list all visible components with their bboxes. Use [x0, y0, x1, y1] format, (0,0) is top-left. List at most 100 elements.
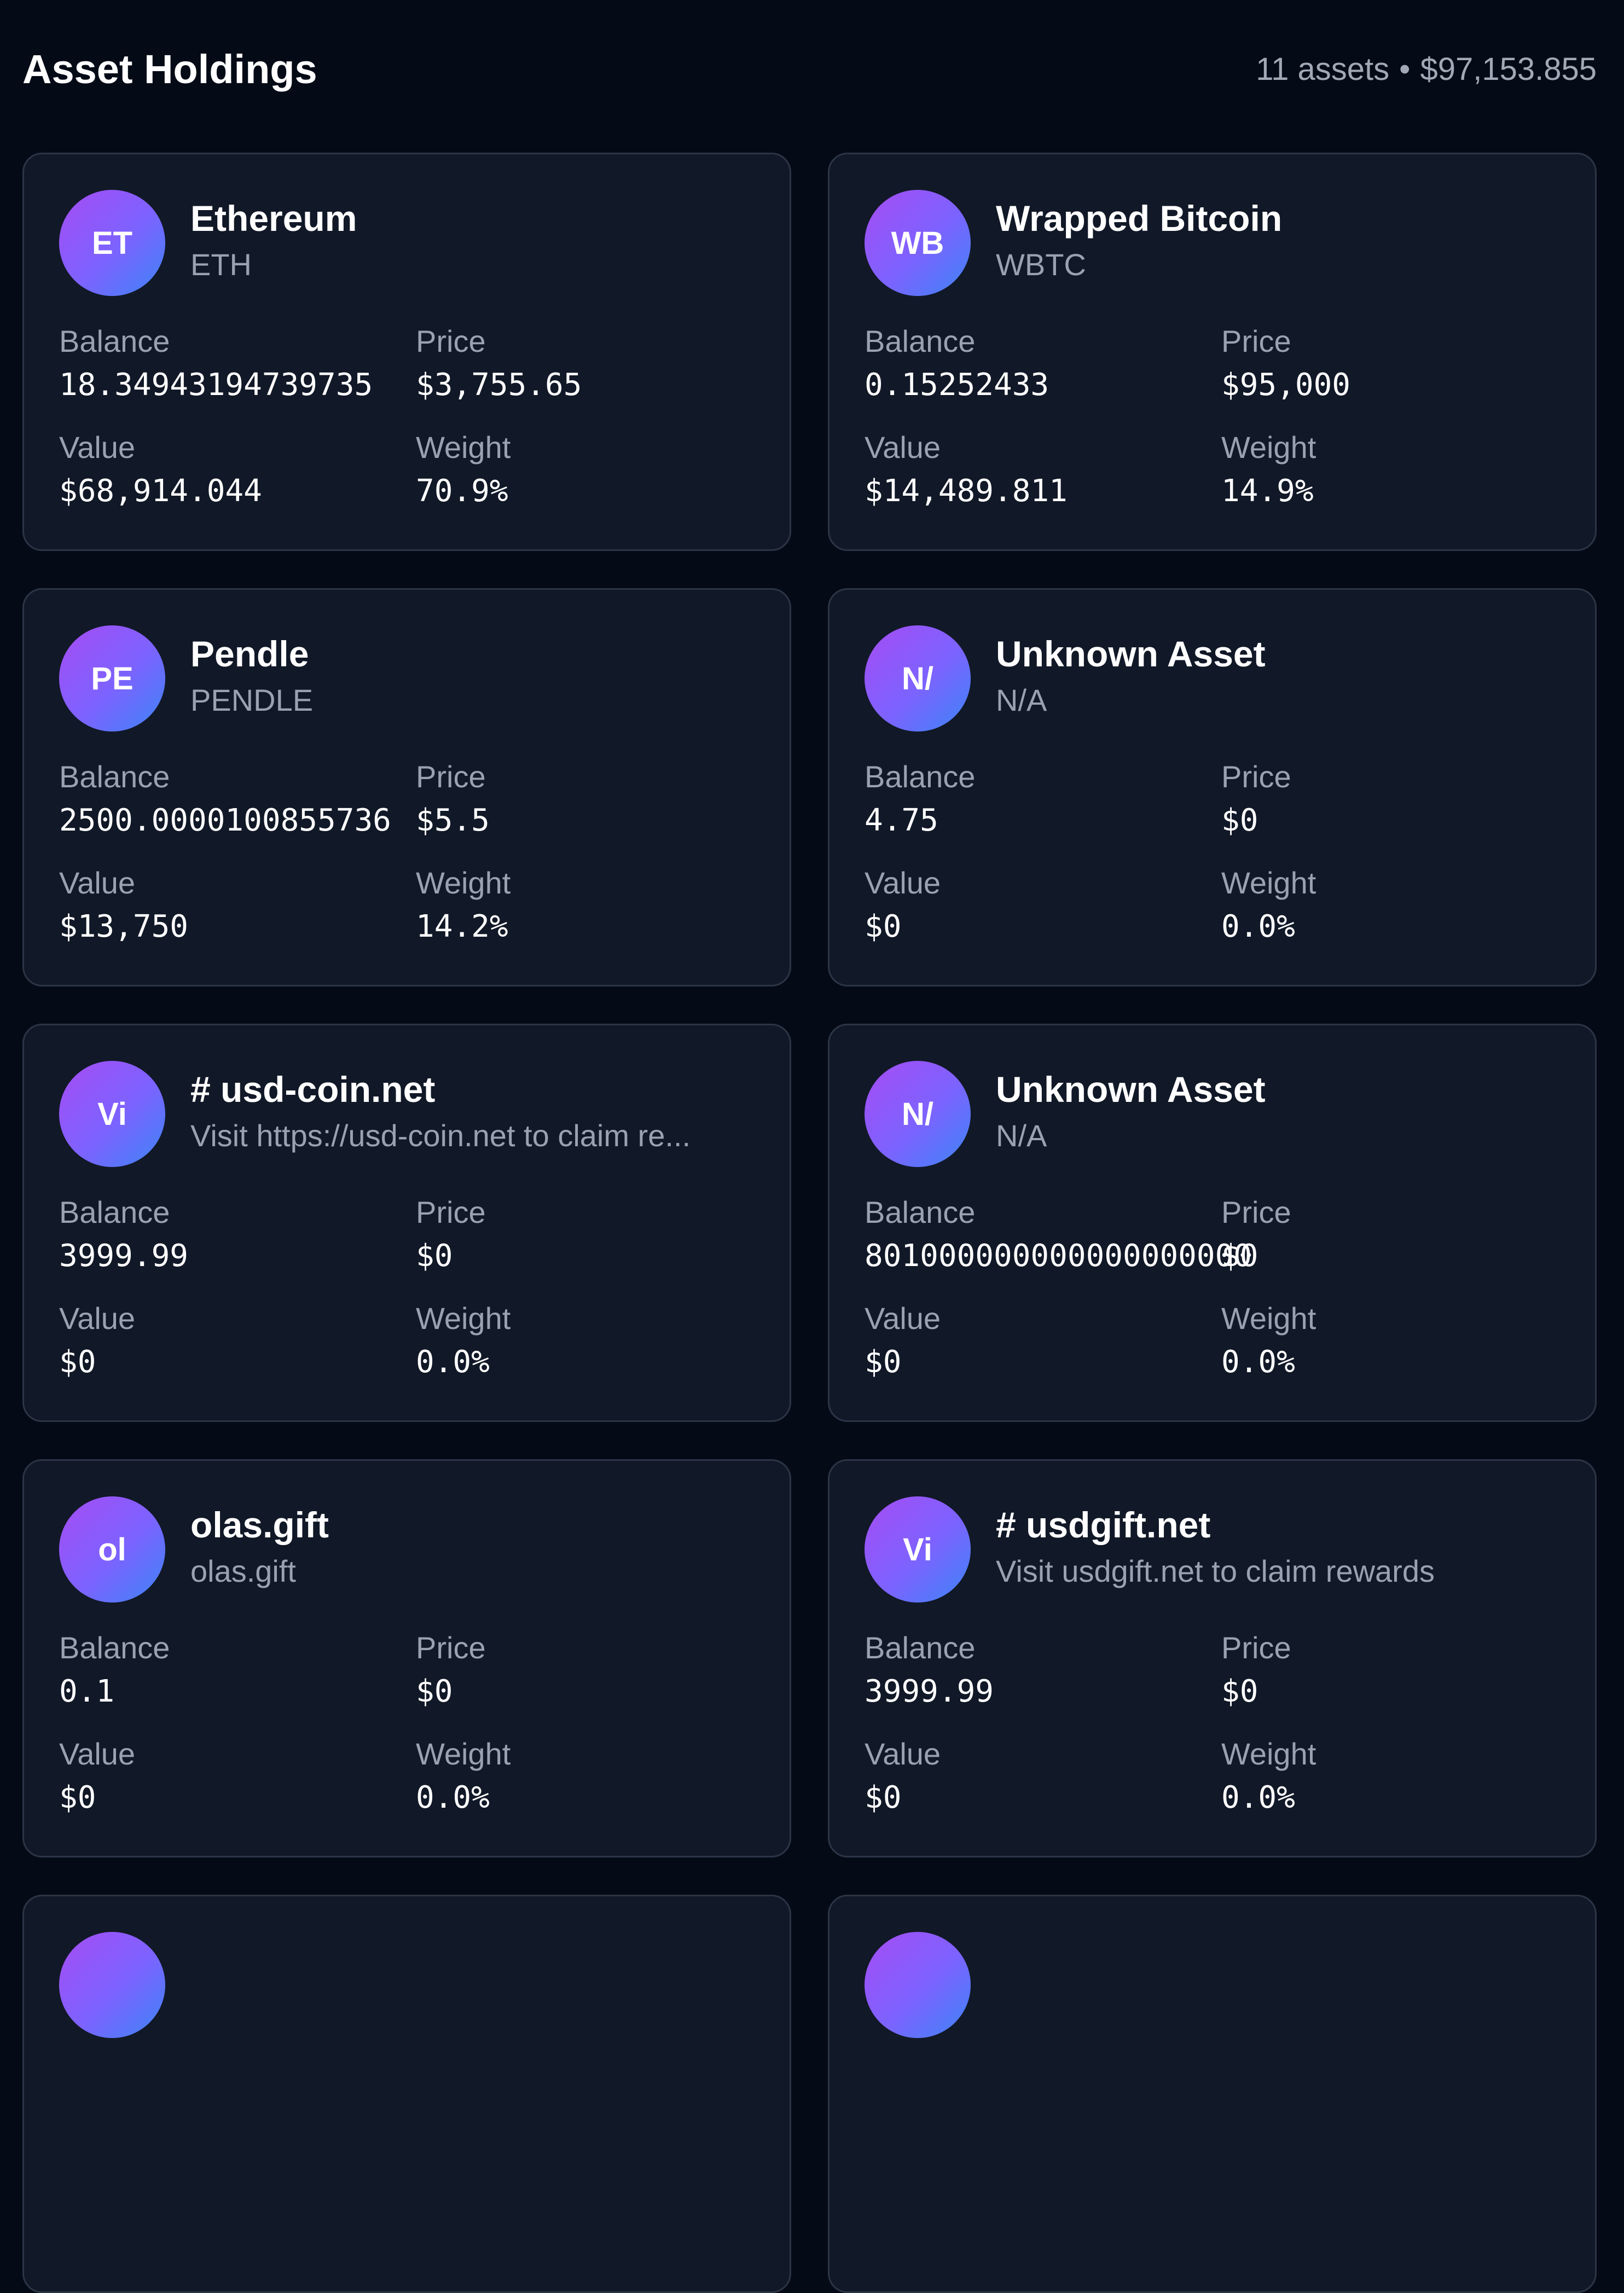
price-label: Price [1221, 1195, 1291, 1229]
balance-label: Balance [865, 324, 976, 358]
weight-value: 70.9% [416, 473, 508, 509]
weight-value: 0.0% [1221, 1344, 1295, 1380]
asset-card[interactable]: Vi # usdgift.net Visit usdgift.net to cl… [828, 1459, 1597, 1857]
asset-card[interactable]: ol olas.gift olas.gift Balance 0.1 Price… [22, 1459, 791, 1857]
value-label: Value [865, 430, 941, 465]
balance-label: Balance [59, 1630, 170, 1665]
asset-symbol: PENDLE [190, 683, 314, 717]
price-label: Price [416, 1195, 486, 1229]
asset-symbol: N/A [996, 683, 1047, 717]
price-value: $95,000 [1221, 367, 1351, 403]
asset-name: Ethereum [190, 198, 357, 239]
value-amount: $0 [59, 1344, 96, 1380]
balance-label: Balance [865, 759, 976, 794]
asset-card[interactable]: ET Ethereum ETH Balance 18.3494319473973… [22, 153, 791, 551]
price-value: $0 [416, 1674, 453, 1709]
asset-symbol: Visit https://usd-coin.net to claim re..… [190, 1118, 691, 1153]
weight-label: Weight [1221, 1737, 1316, 1771]
asset-count: 11 assets [1256, 51, 1390, 87]
asset-avatar: Vi [59, 1061, 165, 1167]
balance-label: Balance [865, 1630, 976, 1665]
price-label: Price [416, 759, 486, 794]
value-label: Value [59, 866, 136, 900]
value-amount: $0 [865, 1780, 902, 1815]
asset-avatar: Vi [865, 1496, 971, 1603]
asset-avatar: N/ [865, 1061, 971, 1167]
asset-name: Unknown Asset [996, 634, 1266, 674]
price-label: Price [1221, 324, 1291, 358]
balance-value: 0.1 [59, 1674, 115, 1709]
value-label: Value [59, 1301, 136, 1336]
weight-label: Weight [416, 1737, 511, 1771]
asset-name: # usd-coin.net [190, 1069, 436, 1110]
asset-card[interactable]: PE Pendle PENDLE Balance 2500.0000100855… [22, 588, 791, 986]
balance-value: 3999.99 [865, 1674, 994, 1709]
weight-value: 0.0% [416, 1344, 490, 1380]
asset-card[interactable] [22, 1895, 791, 2293]
asset-symbol: ETH [190, 247, 252, 282]
value-amount: $68,914.044 [59, 473, 262, 509]
asset-avatar: ET [59, 190, 165, 296]
asset-name: Unknown Asset [996, 1069, 1266, 1110]
asset-card[interactable]: WB Wrapped Bitcoin WBTC Balance 0.152524… [828, 153, 1597, 551]
asset-avatar [865, 1932, 971, 2038]
weight-value: 14.2% [416, 909, 508, 944]
value-label: Value [865, 866, 941, 900]
page-title: Asset Holdings [22, 46, 317, 92]
total-value: $97,153.855 [1420, 51, 1597, 87]
asset-symbol: Visit usdgift.net to claim rewards [996, 1554, 1435, 1588]
price-value: $0 [1221, 1674, 1258, 1709]
weight-label: Weight [416, 1301, 511, 1336]
balance-label: Balance [59, 759, 170, 794]
weight-label: Weight [1221, 866, 1316, 900]
value-amount: $0 [59, 1780, 96, 1815]
asset-name: # usdgift.net [996, 1505, 1211, 1545]
weight-label: Weight [1221, 430, 1316, 465]
balance-label: Balance [865, 1195, 976, 1229]
balance-label: Balance [59, 324, 170, 358]
value-amount: $13,750 [59, 909, 189, 944]
price-label: Price [1221, 1630, 1291, 1665]
price-label: Price [416, 324, 486, 358]
value-amount: $0 [865, 909, 902, 944]
balance-label: Balance [59, 1195, 170, 1229]
asset-avatar [59, 1932, 165, 2038]
balance-value: 801000000000000000000 [865, 1238, 1252, 1274]
asset-card[interactable]: Vi # usd-coin.net Visit https://usd-coin… [22, 1024, 791, 1422]
price-label: Price [1221, 759, 1291, 794]
asset-symbol: N/A [996, 1118, 1047, 1153]
asset-avatar: N/ [865, 625, 971, 732]
value-label: Value [865, 1737, 941, 1771]
asset-card[interactable] [828, 1895, 1597, 2293]
asset-avatar: WB [865, 190, 971, 296]
price-label: Price [416, 1630, 486, 1665]
balance-value: 0.15252433 [865, 367, 1049, 403]
weight-label: Weight [416, 430, 511, 465]
weight-value: 0.0% [1221, 1780, 1295, 1815]
asset-grid: ET Ethereum ETH Balance 18.3494319473973… [22, 153, 1597, 2293]
weight-label: Weight [1221, 1301, 1316, 1336]
asset-symbol: WBTC [996, 247, 1086, 282]
balance-value: 2500.0000100855736 [59, 803, 391, 838]
asset-card[interactable]: N/ Unknown Asset N/A Balance 80100000000… [828, 1024, 1597, 1422]
weight-label: Weight [416, 866, 511, 900]
balance-value: 18.34943194739735 [59, 367, 373, 403]
weight-value: 0.0% [1221, 909, 1295, 944]
asset-avatar: PE [59, 625, 165, 732]
holdings-header: Asset Holdings 11 assets • $97,153.855 [22, 38, 1597, 100]
holdings-summary: 11 assets • $97,153.855 [1256, 51, 1597, 88]
price-value: $3,755.65 [416, 367, 582, 403]
asset-symbol: olas.gift [190, 1554, 296, 1588]
asset-card[interactable]: N/ Unknown Asset N/A Balance 4.75 Price … [828, 588, 1597, 986]
price-value: $0 [416, 1238, 453, 1274]
asset-name: Pendle [190, 634, 309, 674]
price-value: $0 [1221, 1238, 1258, 1274]
value-label: Value [59, 430, 136, 465]
weight-value: 14.9% [1221, 473, 1314, 509]
weight-value: 0.0% [416, 1780, 490, 1815]
balance-value: 4.75 [865, 803, 938, 838]
price-value: $0 [1221, 803, 1258, 838]
summary-separator: • [1399, 51, 1411, 87]
value-label: Value [59, 1737, 136, 1771]
price-value: $5.5 [416, 803, 490, 838]
